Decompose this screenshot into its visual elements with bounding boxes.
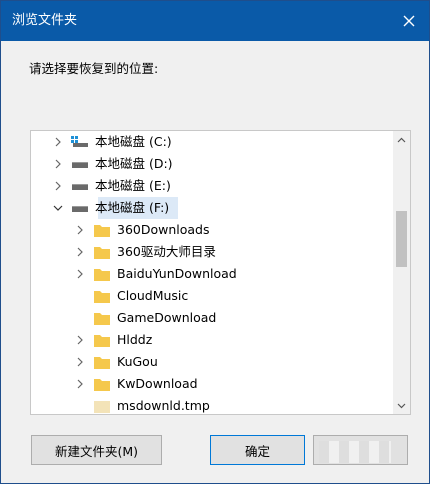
- tree-item-label: KwDownload: [117, 376, 198, 391]
- tree-item-drive-d[interactable]: 本地磁盘 (D:): [31, 153, 392, 175]
- scroll-up-button[interactable]: [393, 131, 410, 148]
- instruction-text: 请选择要恢复到的位置:: [29, 61, 159, 76]
- tree-item-label: 本地磁盘 (F:): [95, 200, 170, 215]
- ok-button[interactable]: 确定: [210, 435, 305, 465]
- tree-item-label: msdownld.tmp: [117, 398, 210, 413]
- browse-folder-dialog: 浏览文件夹 请选择要恢复到的位置: 本地磁盘 (C:) 本地磁盘 (D:) 本地…: [0, 0, 430, 484]
- chevron-right-icon[interactable]: [75, 269, 85, 279]
- folder-icon: [94, 357, 110, 369]
- tree-item-label: KuGou: [117, 354, 158, 369]
- tree-item-folder[interactable]: 360Downloads: [31, 219, 392, 241]
- tree-item-folder[interactable]: CloudMusic: [31, 285, 392, 307]
- tree-item-folder[interactable]: GameDownload: [31, 307, 392, 329]
- tree-item-label: GameDownload: [117, 310, 217, 325]
- tree-item-folder[interactable]: msdownld.tmp: [31, 395, 392, 414]
- tree-item-label: BaiduYunDownload: [117, 266, 237, 281]
- tree-item-label: CloudMusic: [117, 288, 189, 303]
- scroll-down-button[interactable]: [393, 397, 410, 414]
- tree-item-folder[interactable]: KwDownload: [31, 373, 392, 395]
- close-icon: [403, 15, 415, 27]
- tree-item-drive-f[interactable]: 本地磁盘 (F:): [31, 197, 392, 219]
- folder-icon: [94, 269, 110, 281]
- folder-icon: [94, 335, 110, 347]
- folder-icon: [94, 379, 110, 391]
- drive-icon: [72, 162, 88, 168]
- scrollbar-thumb[interactable]: [396, 211, 407, 267]
- drive-icon: [72, 206, 88, 212]
- chevron-down-icon[interactable]: [53, 203, 63, 213]
- folder-icon: [94, 225, 110, 237]
- tree-item-folder[interactable]: 360驱动大师目录: [31, 241, 392, 263]
- chevron-right-icon[interactable]: [53, 181, 63, 191]
- tree-item-label: 本地磁盘 (E:): [95, 178, 171, 193]
- folder-icon: [94, 313, 110, 325]
- tree-item-folder[interactable]: BaiduYunDownload: [31, 263, 392, 285]
- drive-icon: [72, 184, 88, 190]
- chevron-right-icon[interactable]: [53, 137, 63, 147]
- tree-item-label: 360驱动大师目录: [117, 244, 216, 259]
- tree-item-label: 本地磁盘 (C:): [95, 134, 172, 149]
- vertical-scrollbar[interactable]: [393, 131, 410, 414]
- dialog-title: 浏览文件夹: [12, 13, 78, 28]
- chevron-right-icon[interactable]: [75, 335, 85, 345]
- chevron-right-icon[interactable]: [75, 247, 85, 257]
- chevron-down-icon: [397, 403, 406, 408]
- tree-item-label: Hlddz: [117, 332, 153, 347]
- chevron-up-icon: [397, 137, 406, 142]
- title-bar: 浏览文件夹: [1, 1, 429, 41]
- tree-item-label: 本地磁盘 (D:): [95, 156, 173, 171]
- system-drive-icon: [71, 136, 88, 147]
- new-folder-button[interactable]: 新建文件夹(M): [31, 435, 162, 465]
- folder-icon: [94, 247, 110, 259]
- folder-icon: [94, 291, 110, 303]
- chevron-right-icon[interactable]: [75, 357, 85, 367]
- tree-item-label: 360Downloads: [117, 222, 210, 237]
- folder-tree[interactable]: 本地磁盘 (C:) 本地磁盘 (D:) 本地磁盘 (E:) 本地磁盘 (F:) …: [30, 130, 411, 415]
- chevron-right-icon[interactable]: [75, 225, 85, 235]
- chevron-right-icon[interactable]: [53, 159, 63, 169]
- pixelated-watermark: [319, 441, 391, 463]
- tree-item-drive-c[interactable]: 本地磁盘 (C:): [31, 131, 392, 153]
- file-icon: [94, 401, 110, 413]
- tree-item-drive-e[interactable]: 本地磁盘 (E:): [31, 175, 392, 197]
- tree-item-folder[interactable]: KuGou: [31, 351, 392, 373]
- close-button[interactable]: [389, 1, 429, 41]
- chevron-right-icon[interactable]: [75, 379, 85, 389]
- tree-item-folder[interactable]: Hlddz: [31, 329, 392, 351]
